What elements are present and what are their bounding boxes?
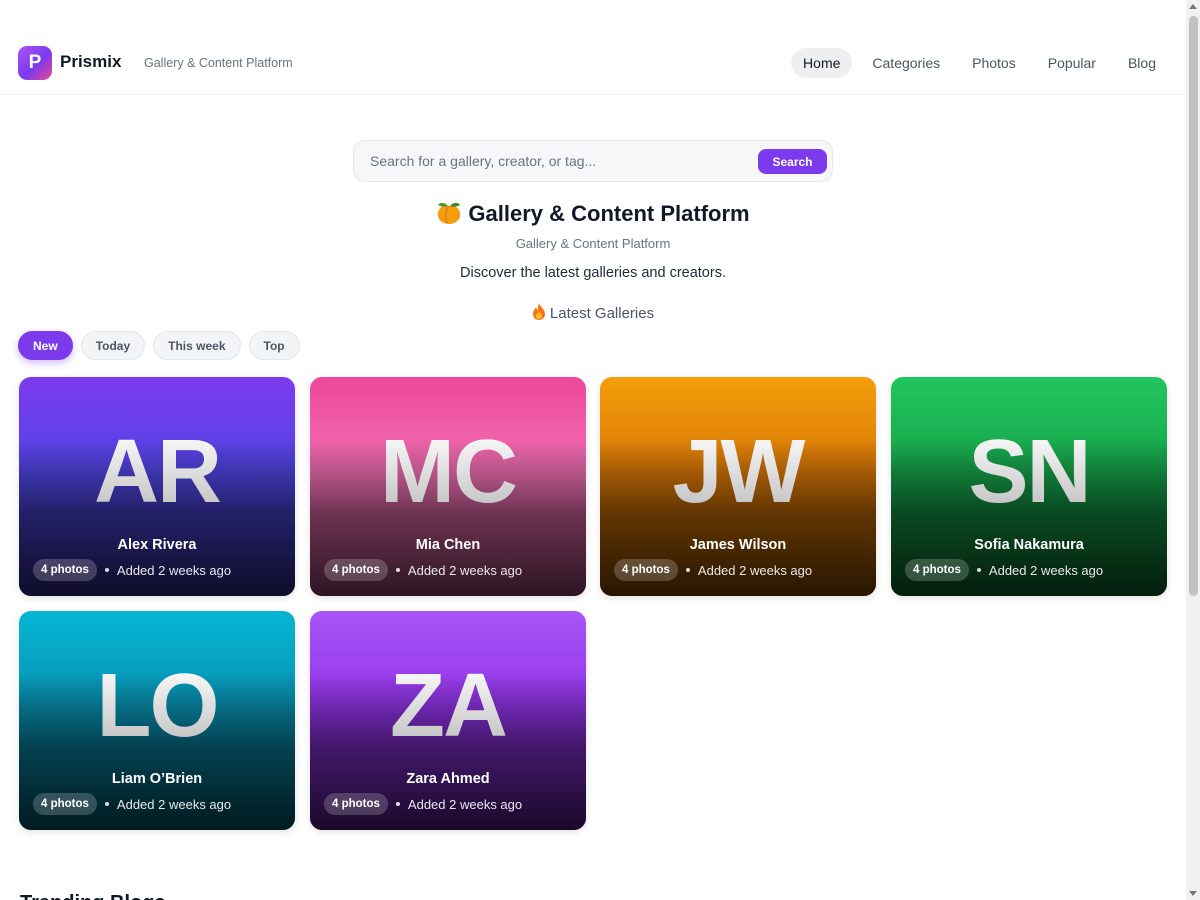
filter-this-week[interactable]: This week (153, 331, 241, 360)
page-subtitle: Gallery & Content Platform (515, 236, 671, 251)
card-meta: 4 photos Added 2 weeks ago (324, 793, 522, 815)
search-bar: Search (353, 140, 833, 182)
photo-count-badge: 4 photos (614, 559, 678, 581)
nav-popular[interactable]: Popular (1036, 48, 1108, 78)
scroll-down-arrow-icon[interactable] (1189, 891, 1197, 896)
card-initials: JW (600, 427, 876, 517)
gallery-card[interactable]: LO Liam O’Brien 4 photos Added 2 weeks a… (19, 611, 295, 830)
trending-blogs-heading: Trending Blogs (20, 892, 166, 900)
nav-home[interactable]: Home (791, 48, 853, 78)
card-initials: SN (891, 427, 1167, 517)
card-creator-name: James Wilson (689, 537, 787, 553)
gallery-card[interactable]: AR Alex Rivera 4 photos Added 2 weeks ag… (19, 377, 295, 596)
separator-dot (395, 568, 400, 572)
fire-icon (532, 303, 545, 320)
card-meta: 4 photos Added 2 weeks ago (33, 559, 231, 581)
main-nav: Home Categories Photos Popular Blog (787, 48, 1168, 78)
search-button[interactable]: Search (758, 149, 827, 174)
card-initials: MC (310, 427, 586, 517)
card-meta: 4 photos Added 2 weeks ago (905, 559, 1103, 581)
gallery-card[interactable]: ZA Zara Ahmed 4 photos Added 2 weeks ago (310, 611, 586, 830)
latest-galleries-heading: Latest Galleries (0, 303, 1186, 322)
added-time: Added 2 weeks ago (407, 796, 523, 812)
separator-dot (976, 568, 981, 572)
separator-dot (395, 802, 400, 806)
filter-new[interactable]: New (18, 331, 73, 360)
added-time: Added 2 weeks ago (697, 562, 813, 578)
photo-count-badge: 4 photos (33, 559, 97, 581)
photo-count-badge: 4 photos (905, 559, 969, 581)
nav-categories[interactable]: Categories (860, 48, 952, 78)
card-creator-name: Liam O’Brien (111, 771, 203, 787)
page-title: Gallery & Content Platform (0, 201, 1186, 227)
card-creator-name: Sofia Nakamura (974, 537, 1084, 553)
card-creator-name: Mia Chen (415, 537, 481, 553)
gallery-card[interactable]: SN Sofia Nakamura 4 photos Added 2 weeks… (891, 377, 1167, 596)
added-time: Added 2 weeks ago (407, 562, 523, 578)
page-title-text: Gallery & Content Platform (468, 201, 750, 226)
added-time: Added 2 weeks ago (988, 562, 1104, 578)
scroll-up-arrow-icon[interactable] (1189, 4, 1197, 9)
peach-icon (438, 202, 461, 224)
brand-tagline: Gallery & Content Platform (144, 56, 293, 70)
filter-top[interactable]: Top (248, 331, 300, 360)
nav-photos[interactable]: Photos (960, 48, 1028, 78)
added-time: Added 2 weeks ago (116, 796, 232, 812)
separator-dot (104, 568, 109, 572)
card-meta: 4 photos Added 2 weeks ago (33, 793, 231, 815)
page-description: Discover the latest galleries and creato… (460, 265, 726, 281)
photo-count-badge: 4 photos (324, 793, 388, 815)
logo-badge[interactable]: P (18, 46, 52, 80)
gallery-card[interactable]: MC Mia Chen 4 photos Added 2 weeks ago (310, 377, 586, 596)
nav-blog[interactable]: Blog (1116, 48, 1168, 78)
filter-bar: New Today This week Top (18, 331, 308, 360)
card-meta: 4 photos Added 2 weeks ago (324, 559, 522, 581)
photo-count-badge: 4 photos (33, 793, 97, 815)
search-input[interactable] (370, 141, 750, 181)
separator-dot (104, 802, 109, 806)
latest-galleries-label: Latest Galleries (549, 305, 655, 322)
brand-name[interactable]: Prismix (60, 52, 121, 72)
card-meta: 4 photos Added 2 weeks ago (614, 559, 812, 581)
scroll-thumb[interactable] (1189, 16, 1198, 596)
site-header: P Prismix Gallery & Content Platform Hom… (0, 0, 1186, 95)
filter-today[interactable]: Today (80, 331, 146, 360)
card-creator-name: Zara Ahmed (406, 771, 490, 787)
card-initials: AR (19, 427, 295, 517)
page-scrollbar[interactable] (1186, 0, 1200, 900)
card-creator-name: Alex Rivera (117, 537, 197, 553)
added-time: Added 2 weeks ago (116, 562, 232, 578)
photo-count-badge: 4 photos (324, 559, 388, 581)
card-initials: LO (19, 661, 295, 751)
card-initials: ZA (310, 661, 586, 751)
separator-dot (685, 568, 690, 572)
gallery-card[interactable]: JW James Wilson 4 photos Added 2 weeks a… (600, 377, 876, 596)
